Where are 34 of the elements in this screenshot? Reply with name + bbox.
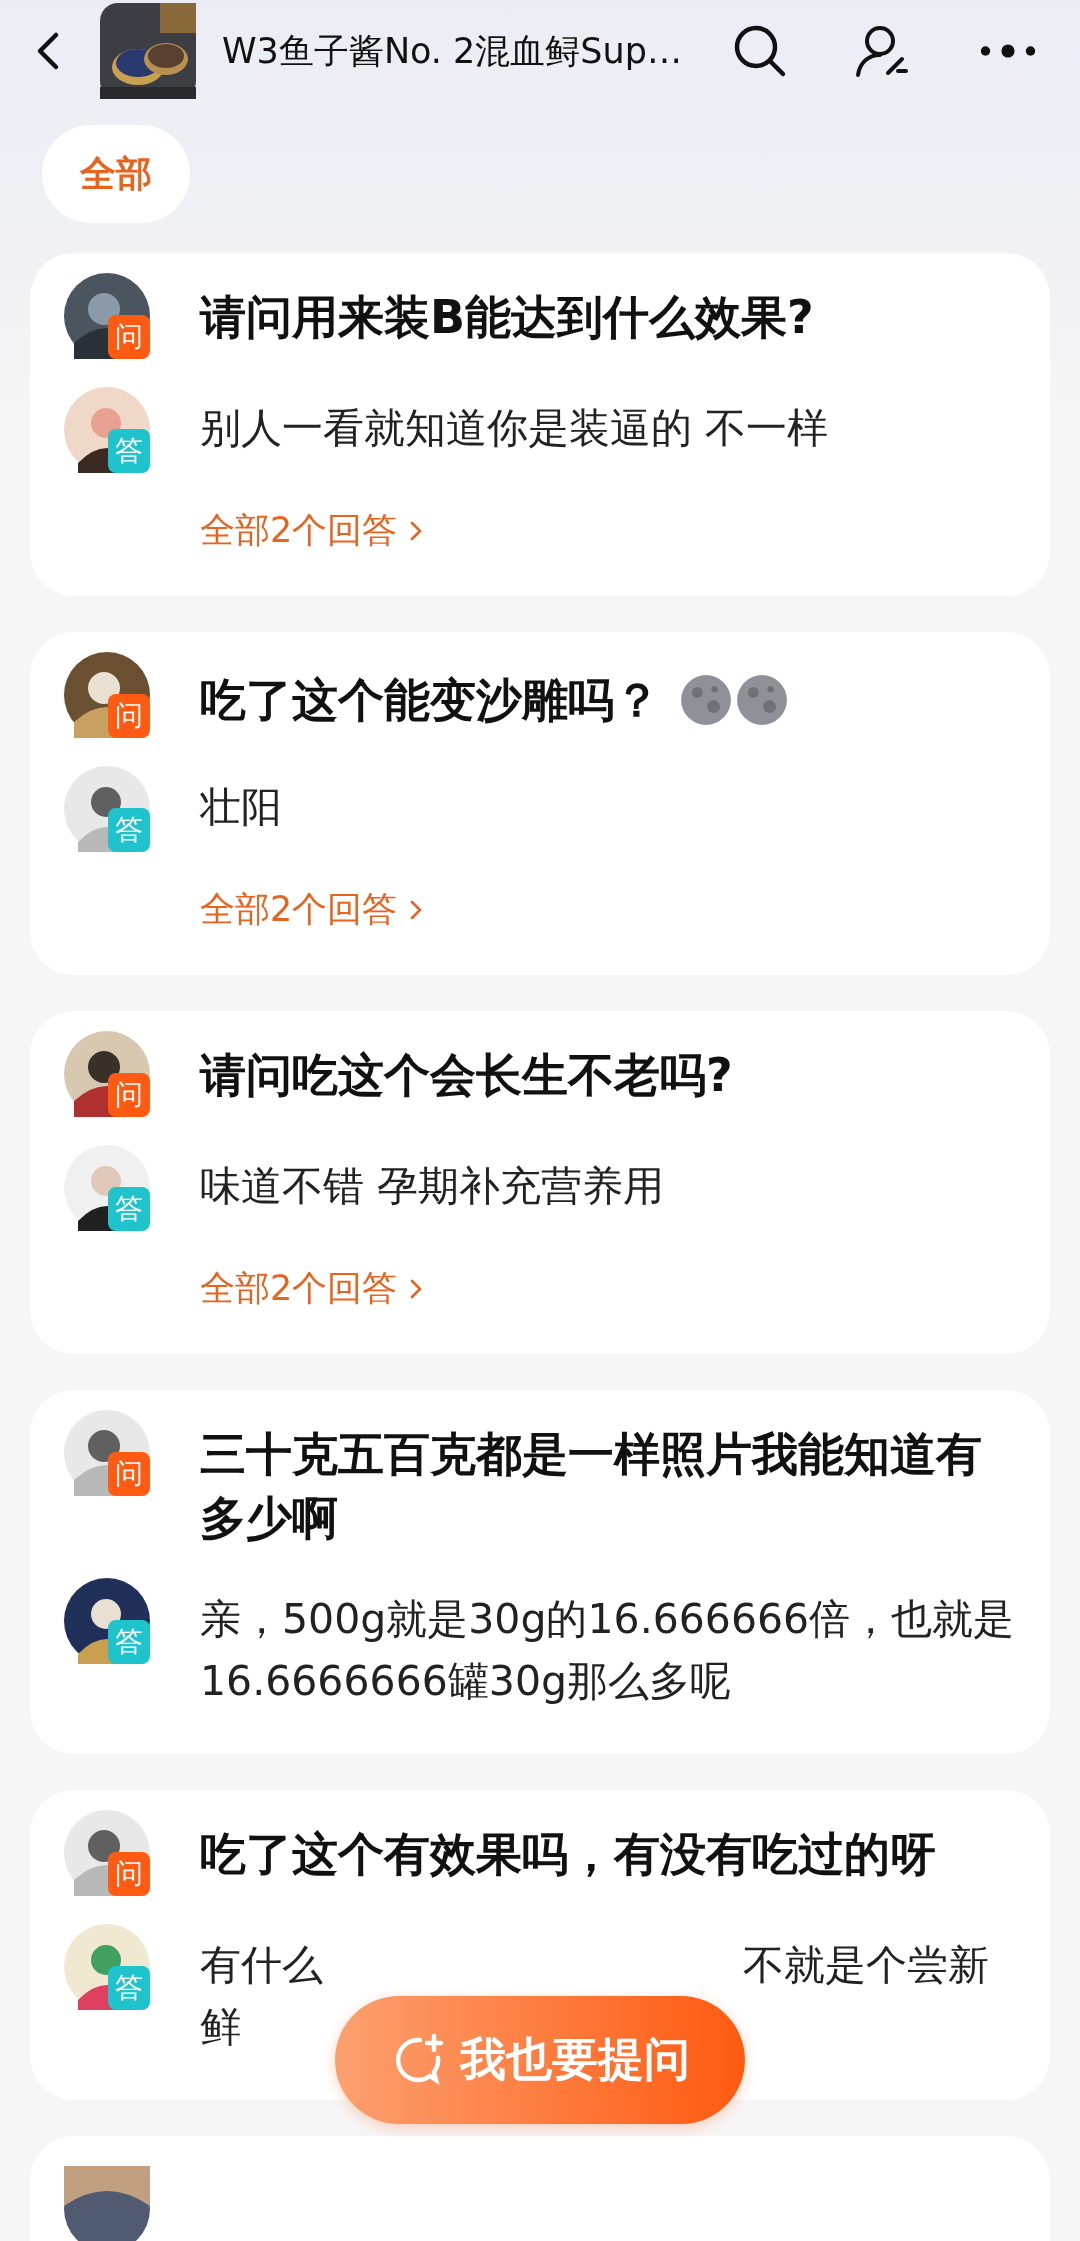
user-edit-icon[interactable] <box>854 23 910 79</box>
question-badge: 问 <box>108 694 150 738</box>
filter-tab[interactable]: 全部 <box>42 125 190 223</box>
question-badge: 问 <box>108 1452 150 1496</box>
ask-question-button[interactable]: 我也要提问 <box>335 1996 745 2124</box>
answer-text: 鲜 <box>200 2003 241 2051</box>
product-title: W3鱼子酱No. 2混血鲟Sup… <box>222 29 683 73</box>
question-text: 吃了这个能变沙雕吗？ <box>200 672 660 729</box>
all-answers-link[interactable]: 全部2个回答 <box>200 507 424 554</box>
answer-badge: 答 <box>108 1187 150 1231</box>
answer-text: 有什么 <box>200 1941 323 1989</box>
question-text: 请问吃这个会长生不老吗? <box>200 1047 733 1104</box>
answer-badge: 答 <box>108 1620 150 1664</box>
answer-badge: 答 <box>108 429 150 473</box>
answer-text: 壮阳 <box>200 783 282 831</box>
question-text: 吃了这个有效果吗，有没有吃过的呀 <box>200 1826 936 1883</box>
answer-badge: 答 <box>108 808 150 852</box>
moon-icon <box>680 674 732 726</box>
answer-text: 味道不错 孕期补充营养用 <box>200 1162 665 1210</box>
answer-text: 别人一看就知道你是装逼的 不一样 <box>200 404 829 452</box>
search-icon[interactable] <box>732 23 788 79</box>
question-badge: 问 <box>108 315 150 359</box>
all-answers-link[interactable]: 全部2个回答 <box>200 1265 424 1312</box>
more-icon[interactable] <box>978 43 1038 59</box>
all-answers-link[interactable]: 全部2个回答 <box>200 886 424 933</box>
moon-icon <box>736 674 788 726</box>
answer-text: 不就是个尝新 <box>743 1941 989 1989</box>
question-text: 三十克五百克都是一样照片我能知道有多少啊 <box>200 1426 983 1547</box>
question-text: 请问用来装B能达到什么效果? <box>200 289 814 346</box>
answer-text: 亲，500g就是30g的16.666666倍，也就是16.6666666罐30g那么多呢 <box>200 1595 1015 1705</box>
question-badge: 问 <box>108 1852 150 1896</box>
back-icon[interactable] <box>36 31 60 71</box>
answer-badge: 答 <box>108 1966 150 2010</box>
question-badge: 问 <box>108 1073 150 1117</box>
